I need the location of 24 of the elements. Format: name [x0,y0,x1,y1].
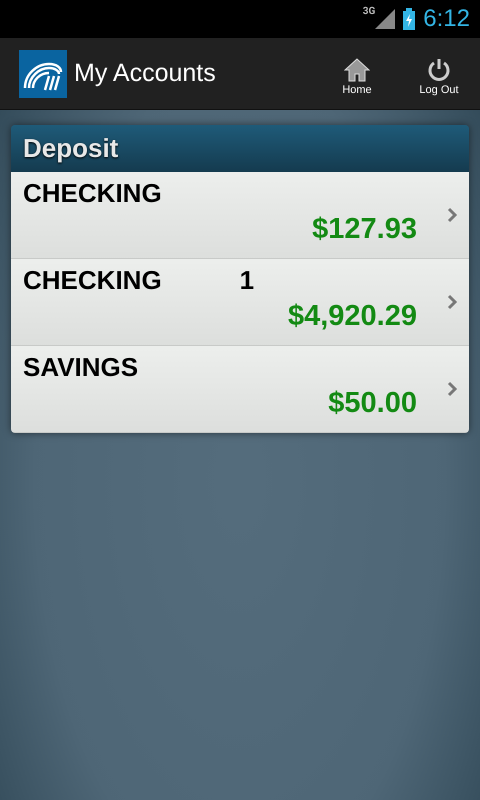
account-name: CHECKING [23,178,162,209]
section-header: Deposit [11,125,469,172]
chevron-icon [447,207,457,223]
signal-icon [375,9,396,29]
account-balance: $127.93 [312,213,417,246]
account-number: 1 [240,265,254,296]
account-name: CHECKING [23,265,162,296]
account-row[interactable]: SAVINGS $50.00 [11,346,469,433]
account-row[interactable]: CHECKING $127.93 [11,172,469,259]
account-row[interactable]: CHECKING 1 $4,920.29 [11,259,469,346]
chevron-icon [447,294,457,310]
logo-icon [19,50,67,98]
power-icon [427,58,451,82]
clock: 6:12 [423,5,470,33]
home-button[interactable]: Home [316,38,398,110]
network-type: 3G [362,6,376,17]
account-balance: $50.00 [328,387,417,420]
chevron-icon [447,381,457,397]
account-name: SAVINGS [23,352,138,383]
screen-title: My Accounts [74,59,217,88]
home-icon [344,58,370,82]
logout-button[interactable]: Log Out [398,38,480,110]
battery-icon [403,8,416,30]
account-balance: $4,920.29 [288,300,417,333]
